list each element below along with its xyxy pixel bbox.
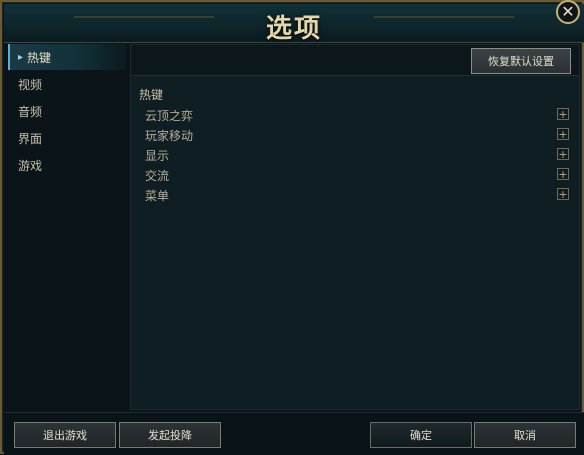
exit-game-button[interactable]: 退出游戏 (14, 422, 116, 448)
sidebar-item-audio[interactable]: 音频 (8, 98, 126, 124)
sidebar-item-label: 视频 (18, 77, 43, 92)
title-bar: 选项 (4, 4, 584, 44)
list-item[interactable]: 菜单 + (145, 185, 573, 205)
dialog-title: 选项 (265, 14, 322, 44)
plus-icon[interactable]: + (557, 188, 569, 200)
section-title: 热键 (139, 88, 164, 102)
restore-defaults-button[interactable]: 恢复默认设置 (471, 48, 571, 74)
list-item[interactable]: 交流 + (145, 165, 573, 185)
list-item-label: 玩家移动 (145, 128, 194, 143)
surrender-button[interactable]: 发起投降 (119, 422, 221, 448)
sidebar-item-video[interactable]: 视频 (8, 71, 126, 97)
options-dialog: 选项 ✕ ▸ 热键 视频 音频 界面 游戏 恢复默认设置 热键 云顶之弈 + 玩… (0, 0, 584, 455)
sidebar-item-game[interactable]: 游戏 (8, 152, 126, 178)
list-item[interactable]: 显示 + (145, 145, 573, 165)
sidebar-item-hotkeys[interactable]: ▸ 热键 (8, 44, 126, 70)
plus-icon[interactable]: + (557, 148, 569, 160)
caret-right-icon: ▸ (18, 51, 24, 63)
list-item-label: 菜单 (145, 188, 170, 203)
close-button[interactable]: ✕ (556, 0, 580, 24)
sidebar-item-label: 音频 (18, 104, 43, 119)
sidebar-item-interface[interactable]: 界面 (8, 125, 126, 151)
sidebar-item-label: 热键 (27, 50, 52, 65)
close-icon: ✕ (561, 2, 575, 21)
sidebar: ▸ 热键 视频 音频 界面 游戏 (8, 44, 126, 408)
sidebar-item-label: 游戏 (18, 158, 43, 173)
list-item-label: 云顶之弈 (145, 108, 194, 123)
ok-button[interactable]: 确定 (370, 422, 472, 448)
plus-icon[interactable]: + (557, 108, 569, 120)
list-item[interactable]: 玩家移动 + (145, 125, 573, 145)
settings-panel: 恢复默认设置 热键 云顶之弈 + 玩家移动 + 显示 + 交流 + 菜单 + (130, 44, 580, 410)
cancel-button[interactable]: 取消 (474, 422, 576, 448)
hotkey-category-list: 云顶之弈 + 玩家移动 + 显示 + 交流 + 菜单 + (145, 105, 573, 205)
panel-toolbar: 恢复默认设置 (131, 45, 579, 76)
plus-icon[interactable]: + (557, 168, 569, 180)
dialog-footer: 退出游戏 发起投降 确定 取消 (4, 412, 584, 455)
sidebar-item-label: 界面 (18, 131, 43, 146)
plus-icon[interactable]: + (557, 128, 569, 140)
list-item-label: 交流 (145, 168, 170, 183)
list-item[interactable]: 云顶之弈 + (145, 105, 573, 125)
list-item-label: 显示 (145, 148, 170, 163)
